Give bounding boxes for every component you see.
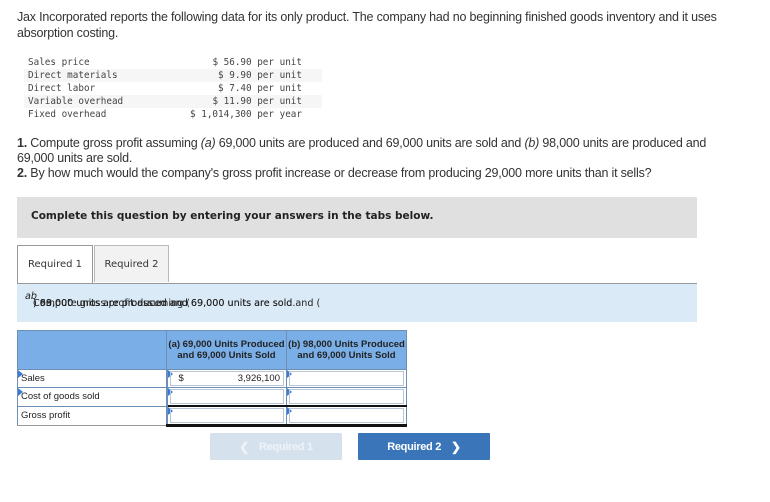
cost-value: $ 11.90 per unit (158, 95, 322, 108)
next-button-label: Required 2 (387, 440, 442, 453)
sales-a-input[interactable]: $3,926,100 (166, 369, 287, 388)
answer-header-row: (a) 69,000 Units Produced and 69,000 Uni… (17, 330, 407, 370)
flag-marker-icon (18, 370, 23, 378)
instruction-text: Complete this question by entering your … (31, 210, 434, 222)
question-letter: (b) (524, 136, 540, 150)
cell-value: 3,926,100 (237, 373, 280, 384)
question-text: 69,000 units are produced and 69,000 uni… (215, 136, 525, 150)
row-label-text: Sales (21, 373, 45, 384)
prev-required-1-button[interactable]: ❮ Required 1 (210, 433, 342, 460)
row-label-text: Cost of goods sold (21, 391, 100, 403)
question-letter: (a) (200, 136, 216, 150)
cost-label: Direct labor (28, 83, 96, 94)
flag-marker-icon (18, 388, 23, 396)
problem-intro: Jax Incorporated reports the following d… (17, 10, 717, 40)
cost-row: Variable overhead $ 11.90 per unit (24, 95, 322, 108)
cost-row: Fixed overhead $ 1,014,300 per year (24, 108, 322, 121)
questions: 1. Compute gross profit assuming (a) 69,… (17, 136, 737, 181)
cost-label: Direct materials (24, 69, 158, 82)
cost-label: Variable overhead (24, 95, 158, 108)
answer-row-sales: Sales $3,926,100 (17, 369, 407, 388)
question-text: Compute gross profit assuming (27, 136, 201, 150)
header-scenario-a: (a) 69,000 Units Produced and 69,000 Uni… (166, 330, 287, 370)
cost-row: Direct materials $ 9.90 per unit (24, 69, 322, 82)
chevron-left-icon: ❮ (239, 439, 249, 454)
header-blank (17, 330, 167, 370)
sales-b-input[interactable] (286, 369, 407, 388)
header-scenario-b: (b) 98,000 Units Produced and 69,000 Uni… (286, 330, 407, 370)
cost-label: Fixed overhead (28, 109, 107, 120)
tab-required-2[interactable]: Required 2 (94, 245, 169, 282)
row-label: Gross profit (17, 405, 168, 426)
cost-value: $ 56.90 per unit (212, 57, 302, 68)
cost-label: Sales price (28, 57, 90, 68)
prompt-part: ) 98,000 units are produced and 69,000 u… (33, 298, 296, 309)
cost-row: Sales price $ 56.90 per unit (24, 56, 322, 69)
answer-table: (a) 69,000 Units Produced and 69,000 Uni… (17, 330, 407, 427)
cost-value: $ 7.40 per unit (218, 83, 302, 94)
prompt-banner: Compute gross profit assuming (a) 69,000… (17, 284, 697, 322)
cost-value: $ 1,014,300 per year (190, 109, 302, 120)
gross-profit-b-input[interactable] (286, 405, 407, 427)
currency-symbol: $ (178, 373, 184, 384)
instruction-banner: Complete this question by entering your … (17, 197, 697, 238)
question-text: By how much would the company's gross pr… (27, 166, 652, 180)
chevron-right-icon: ❯ (451, 439, 461, 454)
cost-value: $ 9.90 per unit (158, 69, 322, 82)
question-number: 1. (17, 136, 28, 150)
row-label: Sales (17, 369, 168, 388)
cogs-a-input[interactable] (166, 387, 287, 407)
cogs-b-input[interactable] (286, 387, 407, 407)
gross-profit-a-input[interactable] (166, 405, 287, 427)
question-2: 2. By how much would the company's gross… (17, 166, 737, 181)
prompt-text: Compute gross profit assuming (a) 69,000… (25, 291, 690, 309)
answer-row-gross-profit: Gross profit (17, 405, 407, 427)
cost-row: Direct labor $ 7.40 per unit (24, 82, 322, 95)
question-number: 2. (17, 166, 28, 180)
answer-row-cogs: Cost of goods sold (17, 387, 407, 407)
tab-required-1[interactable]: Required 1 (17, 245, 93, 283)
row-label-text: Gross profit (21, 410, 71, 422)
row-label: Cost of goods sold (17, 387, 168, 407)
cost-data-table: Sales price $ 56.90 per unit Direct mater… (24, 56, 322, 121)
question-1: 1. Compute gross profit assuming (a) 69,… (17, 136, 737, 166)
next-required-2-button[interactable]: Required 2 ❯ (358, 433, 490, 460)
tab-bar: Required 1 Required 2 (17, 245, 697, 284)
prev-button-label: Required 1 (258, 440, 313, 453)
